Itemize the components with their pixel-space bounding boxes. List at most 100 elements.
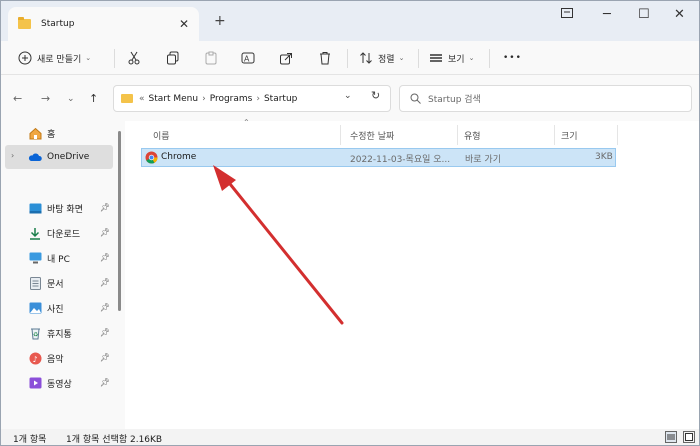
share-icon (280, 53, 292, 65)
divider (114, 49, 115, 68)
sidebar-item-downloads[interactable]: 다운로드 📌︎ (5, 221, 113, 245)
column-header-type[interactable]: 유형 (464, 125, 481, 145)
table-row[interactable]: Chrome 2022-11-03-목요일 오... 바로 가기 3KB (141, 148, 616, 167)
tab-title: Startup (41, 19, 75, 29)
trash-icon (320, 52, 330, 65)
svg-text:A: A (244, 55, 250, 64)
chevron-right-icon[interactable]: › (11, 151, 14, 160)
sidebar-item-videos[interactable]: 동영상 📌︎ (5, 371, 113, 395)
item-count: 1개 항목 (13, 435, 47, 445)
sidebar-item-this-pc[interactable]: 내 PC 📌︎ (5, 246, 113, 270)
copy-button[interactable] (166, 49, 180, 67)
sidebar-item-onedrive[interactable]: › OneDrive (5, 145, 113, 169)
new-button[interactable]: 새로 만들기 ⌄ (18, 49, 91, 67)
breadcrumb-programs[interactable]: Programs (210, 94, 253, 104)
address-bar[interactable]: « Start Menu › Programs › Startup ⌄ ↻ (113, 85, 391, 112)
file-explorer-window: Startup ✕ + ─ ☐ ✕ 새로 만들기 ⌄ A 정렬 ⌄ 보기 ⌄ •… (0, 0, 700, 446)
column-divider[interactable] (340, 125, 341, 145)
view-button[interactable]: 보기 ⌄ (429, 49, 474, 67)
sidebar-item-label: 바탕 화면 (47, 204, 83, 215)
sidebar-item-pictures[interactable]: 사진 📌︎ (5, 296, 113, 320)
divider (418, 49, 419, 68)
pin-icon[interactable]: 📌︎ (100, 203, 110, 212)
svg-text:♪: ♪ (32, 355, 37, 364)
plus-circle-icon (18, 51, 32, 65)
picture-icon (28, 301, 42, 315)
close-window-icon[interactable]: ✕ (674, 7, 685, 22)
rename-icon: A (241, 52, 255, 64)
pin-icon[interactable]: 📌︎ (100, 353, 110, 362)
desktop-icon (28, 201, 42, 215)
delete-button[interactable] (318, 49, 332, 67)
column-divider[interactable] (617, 125, 618, 145)
home-icon (28, 126, 42, 140)
paste-button[interactable] (204, 49, 218, 67)
recycle-bin-icon: ♻ (28, 326, 42, 340)
pin-icon[interactable]: 📌︎ (100, 328, 110, 337)
new-label: 새로 만들기 (37, 54, 82, 65)
sidebar-item-label: 휴지통 (47, 329, 72, 340)
selection-info: 1개 항목 선택함 2.16KB (66, 435, 163, 445)
folder-icon (18, 17, 31, 29)
overflow-crumb[interactable]: « (139, 94, 145, 104)
column-header-modified[interactable]: 수정한 날짜 (350, 125, 394, 145)
column-label: 수정한 날짜 (350, 131, 395, 142)
maximize-icon[interactable]: ☐ (638, 7, 650, 22)
close-tab-icon[interactable]: ✕ (179, 17, 189, 31)
more-options-button[interactable]: ••• (503, 49, 522, 67)
share-button[interactable] (279, 49, 293, 67)
tiles-view-icon[interactable] (683, 431, 695, 445)
column-header-size[interactable]: 크기 (561, 125, 578, 145)
forward-icon[interactable]: → (41, 92, 50, 105)
sort-ascending-icon: ⌃ (243, 118, 250, 127)
cut-button[interactable] (127, 49, 141, 67)
column-label: 유형 (464, 131, 481, 142)
sidebar-item-label: 동영상 (47, 379, 72, 390)
file-size: 3KB (595, 152, 613, 162)
breadcrumb-start-menu[interactable]: Start Menu (149, 94, 199, 104)
recent-locations-icon[interactable]: ⌄ (67, 94, 75, 104)
column-divider[interactable] (457, 125, 458, 145)
sidebar-item-recycle-bin[interactable]: ♻ 휴지통 📌︎ (5, 321, 113, 345)
back-icon[interactable]: ← (13, 92, 22, 105)
pin-icon[interactable]: 📌︎ (100, 303, 110, 312)
column-header-name[interactable]: 이름 (153, 125, 170, 145)
file-modified: 2022-11-03-목요일 오... (350, 155, 451, 165)
pin-icon[interactable]: 📌︎ (100, 228, 110, 237)
column-label: 크기 (561, 131, 578, 142)
copy-icon (167, 51, 179, 65)
chevron-right-icon: › (256, 93, 260, 104)
tab-startup[interactable]: Startup ✕ (8, 7, 199, 41)
rename-button[interactable]: A (241, 49, 255, 67)
sidebar-item-music[interactable]: ♪ 음악 📌︎ (5, 346, 113, 370)
pin-icon[interactable]: 📌︎ (100, 378, 110, 387)
download-icon (28, 226, 42, 240)
details-view-icon[interactable] (665, 431, 677, 445)
status-bar: 1개 항목 1개 항목 선택함 2.16KB (1, 429, 699, 445)
up-icon[interactable]: ↑ (89, 92, 98, 105)
search-box[interactable]: Startup 검색 (399, 85, 692, 112)
divider (347, 49, 348, 68)
cloud-icon (28, 150, 42, 164)
breadcrumb-startup[interactable]: Startup (264, 94, 297, 104)
new-tab-icon[interactable]: + (214, 13, 226, 29)
sort-button[interactable]: 정렬 ⌄ (359, 49, 404, 67)
pin-icon[interactable]: 📌︎ (100, 253, 110, 262)
minimize-icon[interactable]: ─ (603, 7, 611, 22)
file-name: Chrome (161, 152, 197, 162)
chevron-down-icon: ⌄ (468, 54, 475, 62)
sidebar-item-label: 다운로드 (47, 229, 81, 240)
sidebar-item-desktop[interactable]: 바탕 화면 📌︎ (5, 196, 113, 220)
tab-overview-icon[interactable] (561, 7, 573, 22)
sort-label: 정렬 (378, 54, 395, 65)
column-divider[interactable] (554, 125, 555, 145)
address-dropdown-icon[interactable]: ⌄ (344, 91, 352, 101)
sidebar-item-home[interactable]: 홈 (5, 121, 113, 145)
search-icon (410, 93, 421, 104)
sidebar-scrollbar[interactable] (118, 131, 121, 311)
sidebar-item-documents[interactable]: 문서 📌︎ (5, 271, 113, 295)
chrome-icon (145, 151, 158, 167)
divider (489, 49, 490, 68)
pin-icon[interactable]: 📌︎ (100, 278, 110, 287)
refresh-icon[interactable]: ↻ (371, 89, 380, 102)
